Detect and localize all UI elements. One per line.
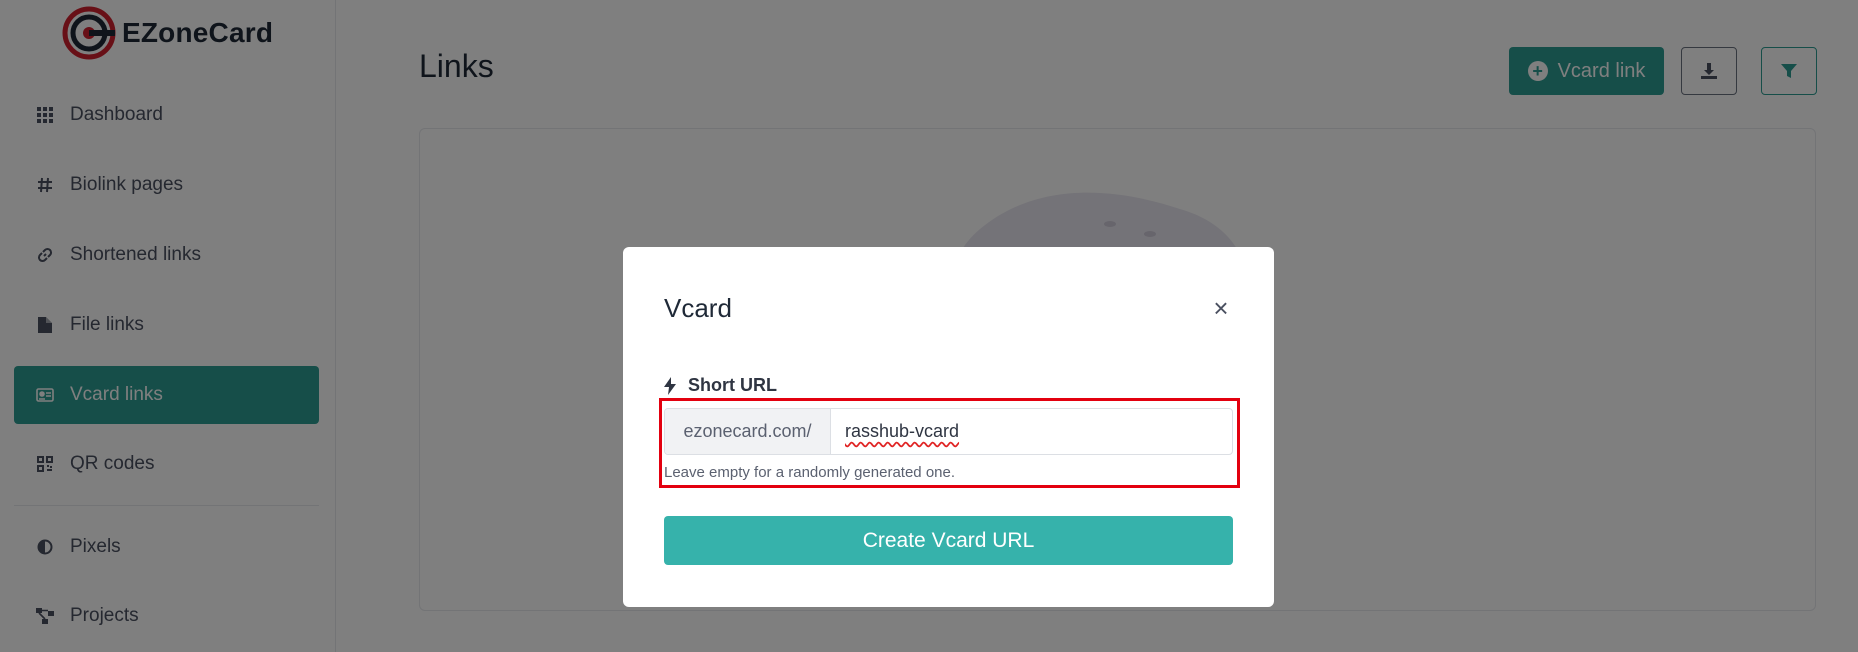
close-icon[interactable]: × <box>1208 295 1234 321</box>
short-url-label: Short URL <box>664 375 777 396</box>
highlight-box <box>659 398 1240 488</box>
short-url-label-text: Short URL <box>688 375 777 395</box>
modal-title: Vcard <box>664 293 732 323</box>
create-vcard-url-button[interactable]: Create Vcard URL <box>664 516 1233 565</box>
bolt-icon <box>664 376 676 395</box>
vcard-modal: Vcard × Short URL ezonecard.com/ rasshub… <box>623 247 1274 607</box>
